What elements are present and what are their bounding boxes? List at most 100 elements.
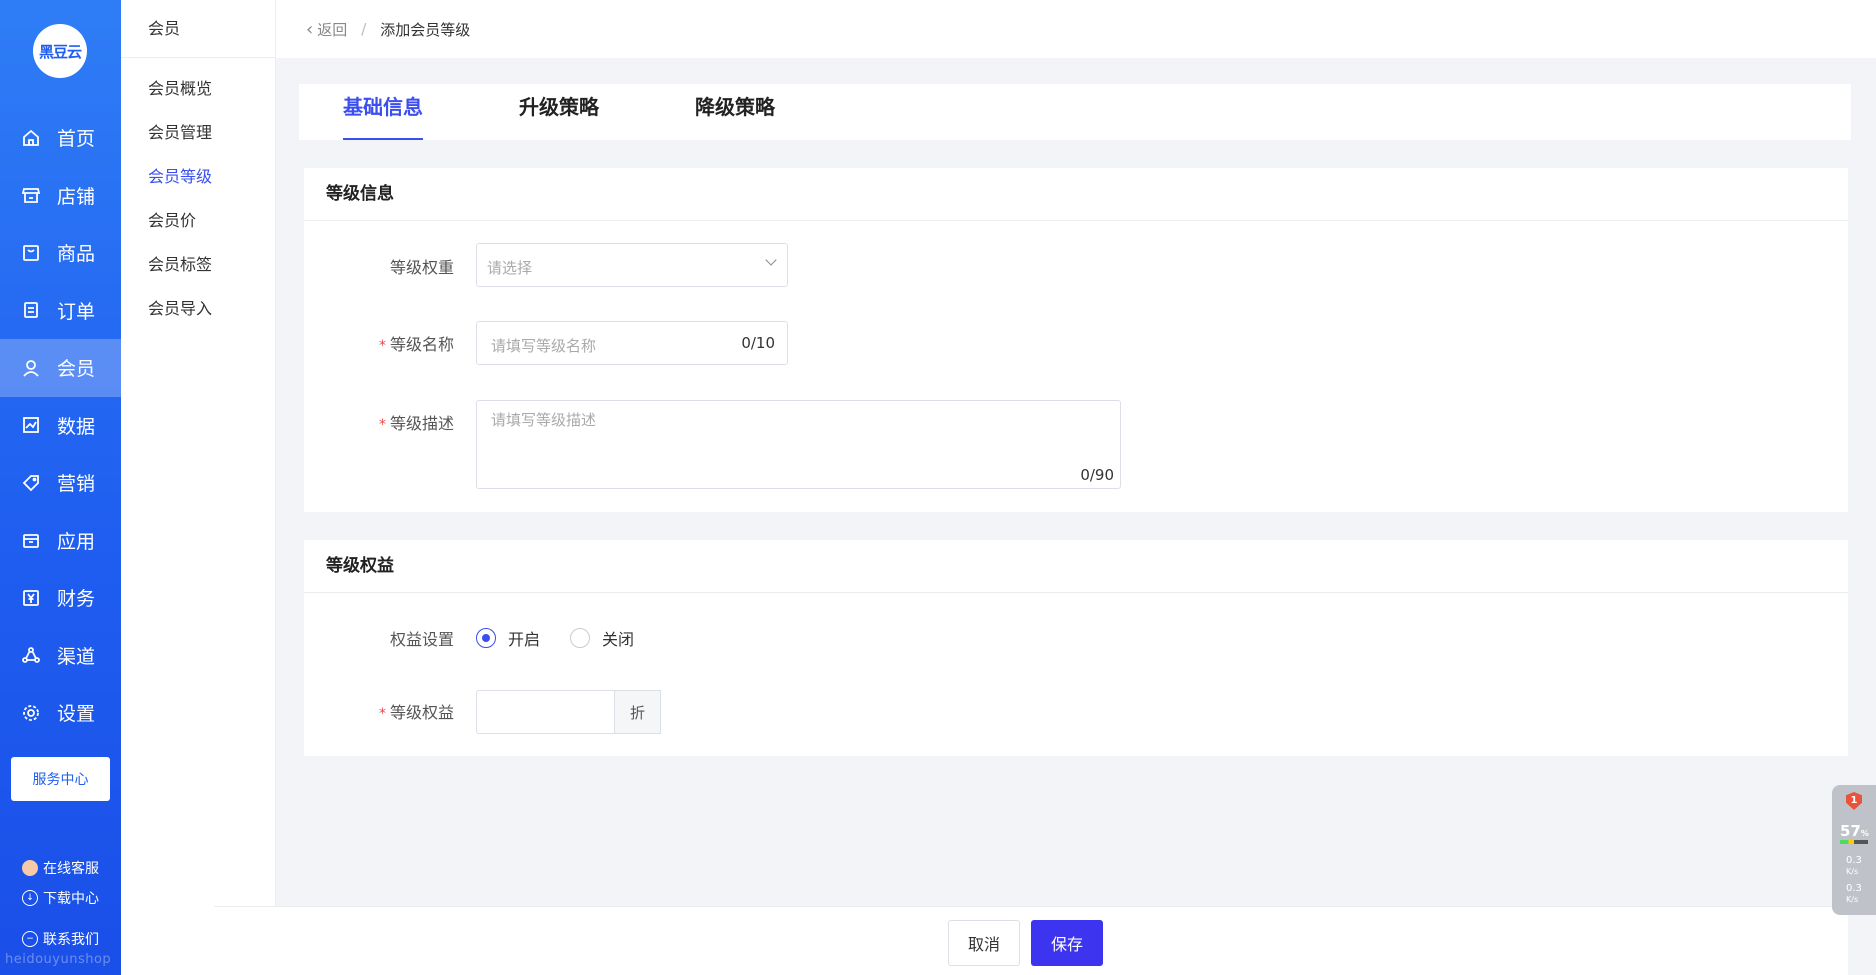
nav-label: 首页: [57, 128, 96, 151]
download-icon: ↓: [22, 890, 38, 906]
subnav-item-import[interactable]: 会员导入: [121, 287, 275, 331]
level-rights-title: 等级权益: [304, 540, 1848, 593]
tab-downgrade-strategy[interactable]: 降级策略: [695, 84, 775, 140]
tab-basic-info[interactable]: 基础信息: [343, 84, 423, 140]
chat-icon: −: [22, 931, 38, 947]
cancel-button[interactable]: 取消: [948, 920, 1020, 966]
name-placeholder: 请填写等级名称: [491, 337, 597, 355]
store-icon: [21, 185, 41, 205]
chevron-down-icon: [765, 254, 777, 266]
sub-sidebar: 会员 会员概览 会员管理 会员等级 会员价 会员标签 会员导入: [121, 0, 276, 975]
nav-label: 店铺: [57, 185, 96, 208]
download-center-label: 下载中心: [43, 891, 99, 907]
nav-label: 设置: [57, 703, 96, 726]
watermark: heidouyunshop: [5, 952, 112, 967]
breadcrumb-separator: /: [361, 20, 367, 38]
name-counter: 0/10: [741, 334, 775, 352]
desc-placeholder: 请填写等级描述: [491, 411, 597, 429]
rights-value-label: * 等级权益: [378, 703, 454, 722]
subnav-item-price[interactable]: 会员价: [121, 199, 275, 243]
main-sidebar: 黑豆云 首页 店铺 商品 订单 会员 数据 营销 应用 财务 渠道 设置 服务中…: [0, 0, 121, 975]
subnav-item-management[interactable]: 会员管理: [121, 111, 275, 155]
weight-placeholder: 请选择: [487, 259, 533, 277]
save-button[interactable]: 保存: [1031, 920, 1103, 966]
page-header: ‹ 返回 / 添加会员等级: [276, 0, 1876, 58]
nav-item-data[interactable]: 数据: [0, 397, 121, 455]
box-icon: [21, 530, 41, 550]
name-input[interactable]: 请填写等级名称 0/10: [476, 321, 788, 365]
back-label: 返回: [317, 20, 348, 39]
service-center-button[interactable]: 服务中心: [11, 757, 110, 801]
desc-counter: 0/90: [1080, 466, 1114, 484]
download-speed: 0.3 K/s: [1846, 883, 1862, 904]
chevron-left-icon: ‹: [306, 18, 314, 40]
subnav-item-overview[interactable]: 会员概览: [121, 67, 275, 111]
tab-upgrade-strategy[interactable]: 升级策略: [519, 84, 599, 140]
radio-on-dot: [476, 628, 496, 648]
weight-row: 等级权重: [304, 254, 454, 278]
nav-item-settings[interactable]: 设置: [0, 684, 121, 742]
nav-item-order[interactable]: 订单: [0, 282, 121, 340]
subnav-list: 会员概览 会员管理 会员等级 会员价 会员标签 会员导入: [121, 58, 275, 331]
contact-us-label: 联系我们: [43, 932, 99, 948]
user-icon: [21, 358, 41, 378]
nav-label: 应用: [57, 530, 96, 553]
desc-textarea[interactable]: 请填写等级描述 0/90: [476, 400, 1121, 489]
cpu-percent: 57%: [1840, 822, 1869, 840]
order-icon: [21, 300, 41, 320]
desc-label: * 等级描述: [378, 414, 454, 433]
online-service-link[interactable]: 在线客服: [22, 858, 99, 878]
weight-label: 等级权重: [389, 258, 454, 277]
nav-item-channel[interactable]: 渠道: [0, 627, 121, 685]
nav-item-home[interactable]: 首页: [0, 109, 121, 167]
name-label: * 等级名称: [378, 335, 454, 354]
rights-radio-group: 开启 关闭: [476, 626, 664, 650]
subnav-title: 会员: [121, 0, 275, 58]
radio-on[interactable]: 开启: [476, 626, 540, 650]
tab-bar: 基础信息 升级策略 降级策略: [299, 84, 1851, 140]
discount-suffix: 折: [615, 690, 661, 734]
gear-icon: [21, 703, 41, 723]
subnav-item-levels[interactable]: 会员等级: [121, 155, 275, 199]
radio-off-dot: [570, 628, 591, 648]
contact-us-link[interactable]: − 联系我们: [22, 929, 99, 949]
nav-label: 商品: [57, 243, 96, 266]
nav-item-member[interactable]: 会员: [0, 339, 121, 397]
level-info-card: 等级信息 等级权重 请选择 * 等级名称 请填写等级名称 0/10 * 等级描述 请…: [304, 168, 1848, 512]
nav-label: 渠道: [57, 645, 96, 668]
home-icon: [21, 128, 41, 148]
upload-speed: 0.3 K/s: [1846, 855, 1862, 876]
back-button[interactable]: ‹ 返回: [306, 19, 347, 40]
shield-icon: 1: [1846, 792, 1862, 810]
usage-bar: [1840, 840, 1868, 844]
channel-icon: [21, 645, 41, 665]
subnav-item-tags[interactable]: 会员标签: [121, 243, 275, 287]
nav-item-apps[interactable]: 应用: [0, 512, 121, 570]
nav-label: 财务: [57, 588, 96, 611]
tag-icon: [21, 473, 41, 493]
chart-icon: [21, 415, 41, 435]
desc-row: * 等级描述: [304, 410, 454, 434]
rights-setting-label: 权益设置: [389, 630, 454, 649]
nav-label: 数据: [57, 415, 96, 438]
nav-item-goods[interactable]: 商品: [0, 224, 121, 282]
yen-icon: [21, 588, 41, 608]
rights-setting-row: 权益设置 开启 关闭: [304, 626, 664, 650]
nav-item-marketing[interactable]: 营销: [0, 454, 121, 512]
radio-off[interactable]: 关闭: [570, 626, 634, 650]
system-monitor-widget[interactable]: 1 57% 0.3 K/s 0.3 K/s: [1832, 785, 1876, 915]
rights-discount-input[interactable]: [476, 690, 615, 734]
nav-item-store[interactable]: 店铺: [0, 167, 121, 225]
brand-logo[interactable]: 黑豆云: [33, 24, 87, 78]
nav-item-finance[interactable]: 财务: [0, 569, 121, 627]
nav-label: 会员: [57, 358, 96, 381]
weight-select[interactable]: 请选择: [476, 243, 788, 287]
main-nav: 首页 店铺 商品 订单 会员 数据 营销 应用 财务 渠道 设置: [0, 109, 121, 742]
name-row: * 等级名称: [304, 331, 454, 355]
download-center-link[interactable]: ↓ 下载中心: [22, 888, 99, 908]
rights-value-row: * 等级权益: [304, 699, 454, 723]
breadcrumb-current: 添加会员等级: [380, 20, 471, 39]
online-service-label: 在线客服: [43, 861, 99, 877]
goods-icon: [21, 243, 41, 263]
footer-bar: 取消 保存: [214, 906, 1848, 975]
